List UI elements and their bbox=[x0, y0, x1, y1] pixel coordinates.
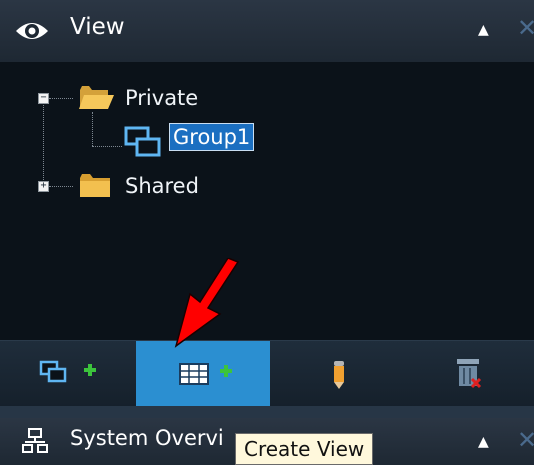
view-toolbar bbox=[0, 340, 534, 407]
create-view-icon bbox=[179, 363, 232, 385]
close-system-button[interactable]: ✕ bbox=[517, 426, 534, 454]
add-group-icon bbox=[39, 360, 96, 383]
folder-icon[interactable] bbox=[78, 172, 112, 200]
folder-open-icon[interactable] bbox=[78, 84, 116, 112]
delete-icon bbox=[457, 359, 482, 389]
rename-button[interactable] bbox=[272, 341, 406, 407]
delete-button[interactable] bbox=[400, 341, 534, 407]
view-tree: − Private Group1 + Shared bbox=[0, 62, 534, 340]
create-view-button[interactable] bbox=[136, 341, 270, 407]
collapse-view-button[interactable]: ▲ bbox=[478, 22, 489, 38]
red-arrow-icon bbox=[174, 258, 240, 348]
private-expander[interactable]: − bbox=[38, 93, 49, 104]
create-view-tooltip: Create View bbox=[235, 433, 374, 465]
group-icon[interactable] bbox=[124, 126, 162, 158]
tree-connector bbox=[43, 100, 44, 186]
tree-item-private[interactable]: Private bbox=[125, 86, 198, 110]
collapse-system-button[interactable]: ▲ bbox=[478, 434, 489, 450]
add-group-button[interactable] bbox=[0, 341, 134, 407]
eye-icon bbox=[16, 23, 48, 39]
pencil-icon bbox=[334, 361, 344, 389]
system-overview-title: System Overvi bbox=[70, 426, 224, 450]
network-icon bbox=[22, 428, 48, 453]
tree-connector bbox=[92, 146, 122, 147]
shared-expander[interactable]: + bbox=[38, 181, 49, 192]
panel-divider[interactable] bbox=[0, 406, 534, 418]
close-view-button[interactable]: ✕ bbox=[517, 14, 534, 42]
view-panel-title: View bbox=[70, 14, 125, 40]
tree-connector bbox=[49, 186, 73, 187]
tree-item-shared[interactable]: Shared bbox=[125, 174, 199, 198]
view-panel-header: View ▲ ✕ bbox=[0, 0, 534, 63]
tree-item-group1[interactable]: Group1 bbox=[169, 123, 255, 151]
tree-connector bbox=[49, 98, 73, 99]
tree-connector bbox=[92, 112, 93, 146]
